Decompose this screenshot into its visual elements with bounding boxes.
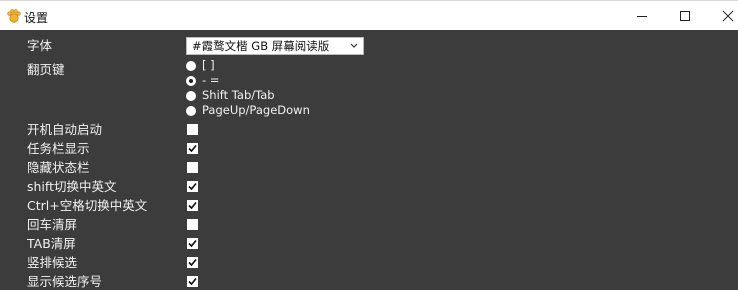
toggle-label-autostart: 开机自动启动 bbox=[27, 122, 103, 137]
radio-label: - = bbox=[202, 73, 220, 87]
checkbox-enter-clear[interactable] bbox=[187, 219, 198, 230]
checkbox-taskbar[interactable] bbox=[187, 143, 198, 154]
toggle-label-vertical-candidates: 竖排候选 bbox=[27, 255, 78, 270]
checkmark-icon bbox=[188, 182, 197, 191]
radio-label: Shift Tab/Tab bbox=[202, 88, 275, 102]
font-select-value: #霞鹜文楷 GB 屏幕阅读版 bbox=[192, 39, 330, 53]
settings-panel: 字体 #霞鹜文楷 GB 屏幕阅读版 翻页键 [ ] - = Shift Tab/… bbox=[0, 30, 738, 290]
checkbox-tab-clear[interactable] bbox=[187, 238, 198, 249]
maximize-button[interactable] bbox=[663, 1, 707, 31]
radio-label: [ ] bbox=[202, 58, 215, 72]
toggle-label-tab-clear: TAB清屏 bbox=[27, 236, 76, 251]
checkmark-icon bbox=[188, 277, 197, 286]
toggle-label-candidate-numbers: 显示候选序号 bbox=[27, 274, 103, 289]
radio-button[interactable] bbox=[186, 76, 196, 86]
checkbox-vertical-candidates[interactable] bbox=[187, 257, 198, 268]
checkmark-icon bbox=[188, 258, 197, 267]
close-button[interactable] bbox=[706, 1, 738, 31]
window-title: 设置 bbox=[24, 11, 49, 25]
minimize-icon bbox=[637, 16, 647, 17]
checkbox-autostart[interactable] bbox=[187, 124, 198, 135]
checkbox-shift-switch[interactable] bbox=[187, 181, 198, 192]
font-select[interactable]: #霞鹜文楷 GB 屏幕阅读版 bbox=[186, 37, 364, 55]
page-keys-label: 翻页键 bbox=[27, 62, 65, 77]
radio-button[interactable] bbox=[186, 61, 196, 71]
cat-paw-icon bbox=[6, 8, 22, 24]
checkbox-candidate-numbers[interactable] bbox=[187, 276, 198, 287]
radio-button[interactable] bbox=[186, 91, 196, 101]
title-bar: 设置 bbox=[0, 0, 738, 30]
radio-label: PageUp/PageDown bbox=[202, 103, 310, 117]
toggle-label-ctrl-space-switch: Ctrl+空格切换中英文 bbox=[27, 198, 148, 213]
maximize-icon bbox=[680, 11, 690, 21]
checkbox-hide-statusbar[interactable] bbox=[187, 162, 198, 173]
toggle-label-enter-clear: 回车清屏 bbox=[27, 217, 78, 232]
font-label: 字体 bbox=[27, 38, 53, 53]
checkmark-icon bbox=[188, 201, 197, 210]
minimize-button[interactable] bbox=[620, 1, 664, 31]
toggle-label-shift-switch: shift切换中英文 bbox=[27, 179, 117, 194]
toggle-label-taskbar: 任务栏显示 bbox=[27, 141, 90, 156]
chevron-down-icon bbox=[350, 43, 358, 48]
toggle-label-hide-statusbar: 隐藏状态栏 bbox=[27, 160, 90, 175]
checkbox-ctrl-space-switch[interactable] bbox=[187, 200, 198, 211]
radio-button[interactable] bbox=[186, 106, 196, 116]
close-icon bbox=[722, 10, 734, 22]
checkmark-icon bbox=[188, 239, 197, 248]
checkmark-icon bbox=[188, 144, 197, 153]
